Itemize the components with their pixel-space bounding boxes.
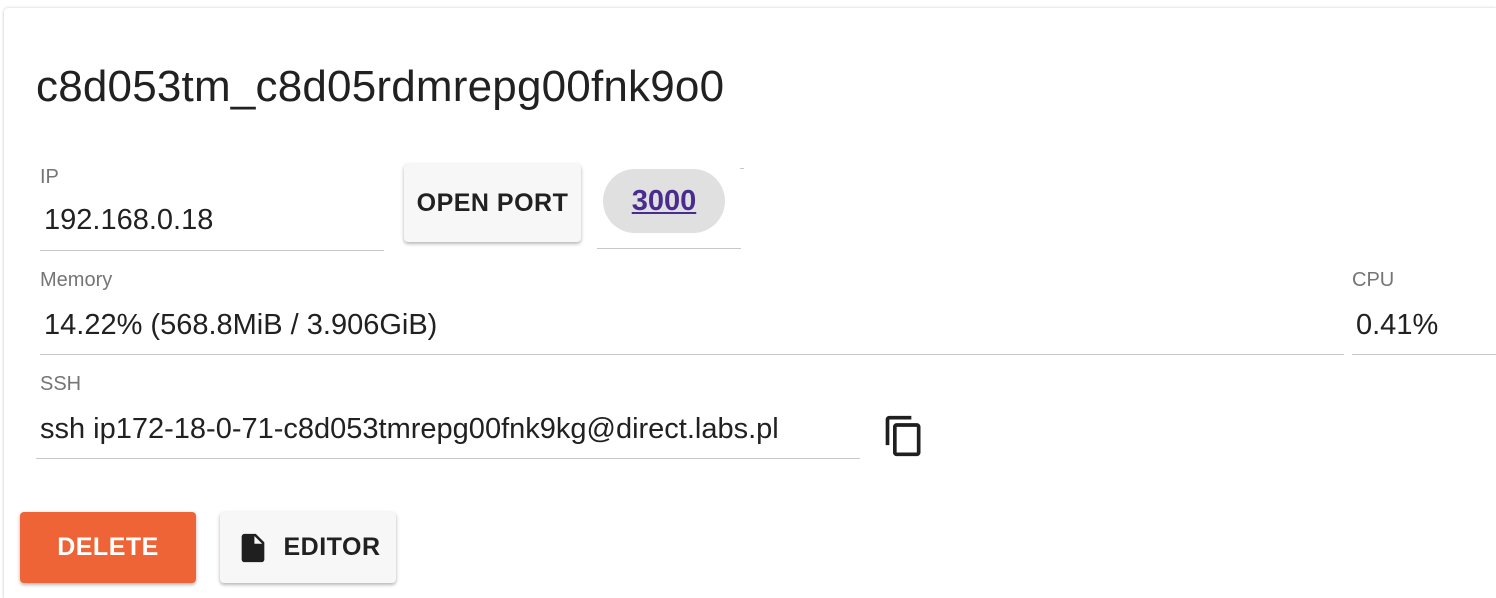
delete-button[interactable]: DELETE	[20, 512, 196, 583]
memory-underline	[40, 354, 1344, 355]
ssh-field: SSH ssh ip172-18-0-71-c8d053tmrepg00fnk9…	[36, 373, 860, 461]
ports-field: 3000	[597, 166, 744, 250]
memory-label: Memory	[40, 269, 113, 291]
cpu-field: CPU 0.41%	[1352, 269, 1496, 357]
memory-value[interactable]: 14.22% (568.8MiB / 3.906GiB)	[44, 309, 437, 342]
ports-field-edge	[740, 168, 744, 169]
ssh-label: SSH	[40, 373, 82, 395]
cpu-underline	[1352, 354, 1496, 355]
ip-label: IP	[40, 166, 59, 188]
ports-underline	[597, 248, 741, 249]
cpu-value[interactable]: 0.41%	[1356, 309, 1438, 342]
ip-underline	[40, 250, 384, 251]
cpu-label: CPU	[1352, 269, 1395, 291]
copy-icon	[885, 415, 921, 457]
ssh-underline	[36, 458, 860, 459]
editor-button[interactable]: EDITOR	[220, 512, 396, 583]
ip-field: IP 192.168.0.18	[40, 166, 384, 252]
editor-label: EDITOR	[283, 533, 381, 561]
port-link[interactable]: 3000	[632, 185, 697, 218]
memory-field: Memory 14.22% (568.8MiB / 3.906GiB)	[40, 269, 1344, 357]
file-icon	[236, 528, 270, 568]
open-port-button[interactable]: OPEN PORT	[404, 164, 581, 242]
ssh-value[interactable]: ssh ip172-18-0-71-c8d053tmrepg00fnk9kg@d…	[40, 413, 779, 446]
instance-title: c8d053tm_c8d05rdmrepg00fnk9o0	[36, 62, 725, 111]
port-chip[interactable]: 3000	[603, 169, 725, 233]
copy-ssh-button[interactable]	[876, 408, 932, 464]
ip-value[interactable]: 192.168.0.18	[44, 204, 213, 237]
